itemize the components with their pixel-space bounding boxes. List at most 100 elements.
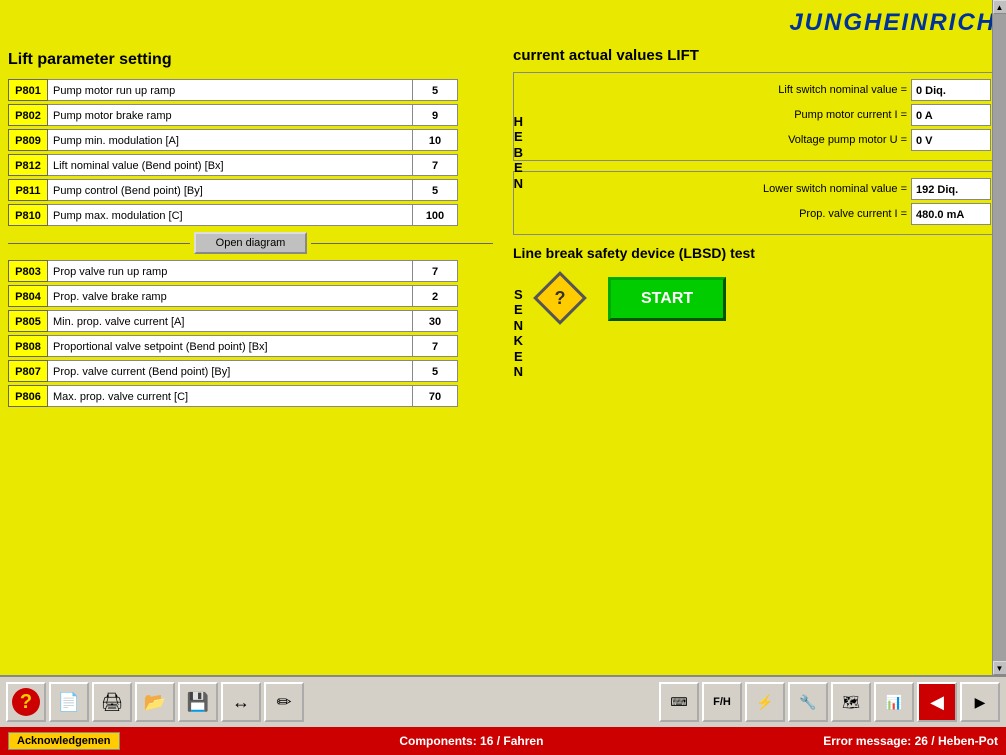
param-value-p807[interactable]: 5 bbox=[413, 360, 458, 382]
param-label-p805: Min. prop. valve current [A] bbox=[48, 310, 413, 332]
param-value-p808[interactable]: 7 bbox=[413, 335, 458, 357]
print-icon: 🖨 bbox=[101, 692, 124, 713]
param-label-p802: Pump motor brake ramp bbox=[48, 104, 413, 126]
param-row-p808: P808 Proportional valve setpoint (Bend p… bbox=[8, 335, 458, 357]
param-label-p807: Prop. valve current (Bend point) [By] bbox=[48, 360, 413, 382]
more-icon: ▶ bbox=[975, 694, 986, 711]
start-button[interactable]: START bbox=[608, 277, 726, 321]
transfer-icon: ↔ bbox=[232, 692, 250, 713]
param-id-p810: P810 bbox=[8, 204, 48, 226]
keyboard-icon: ⌨ bbox=[670, 695, 687, 709]
logo-text: JUNGHEINRICH bbox=[789, 9, 996, 37]
actual-row-voltage: Voltage pump motor U = 0 V bbox=[520, 129, 991, 151]
chart-icon: 📊 bbox=[885, 694, 902, 711]
more-button[interactable]: ▶ bbox=[960, 682, 1000, 722]
param-id-p805: P805 bbox=[8, 310, 48, 332]
scroll-down[interactable]: ▼ bbox=[993, 661, 1006, 675]
folder-button[interactable]: 📂 bbox=[135, 682, 175, 722]
param-id-p806: P806 bbox=[8, 385, 48, 407]
back-icon: ◀ bbox=[930, 692, 944, 713]
ack-button[interactable]: Acknowledgemen bbox=[8, 732, 120, 750]
param-value-p812[interactable]: 7 bbox=[413, 154, 458, 176]
lower-switch-row: Lower switch nominal value = 192 Diq. bbox=[520, 178, 991, 200]
scroll-up[interactable]: ▲ bbox=[993, 0, 1006, 14]
param-label-p803: Prop valve run up ramp bbox=[48, 260, 413, 282]
param-row-p805: P805 Min. prop. valve current [A] 30 bbox=[8, 310, 458, 332]
prop-valve-label: Prop. valve current I = bbox=[520, 208, 911, 220]
param-value-p801[interactable]: 5 bbox=[413, 79, 458, 101]
param-value-p806[interactable]: 70 bbox=[413, 385, 458, 407]
lbsd-controls: ? START bbox=[513, 271, 998, 326]
top-bar: JUNGHEINRICH bbox=[0, 0, 1006, 45]
param-row-p807: P807 Prop. valve current (Bend point) [B… bbox=[8, 360, 458, 382]
lower-switch-value: 192 Diq. bbox=[911, 178, 991, 200]
document-icon: 📄 bbox=[58, 692, 80, 713]
actual-values-title: current actual values LIFT bbox=[513, 47, 998, 64]
help-button[interactable]: ? bbox=[6, 682, 46, 722]
senken-section: P803 Prop valve run up ramp 7 P804 Prop.… bbox=[8, 260, 493, 407]
transfer-button[interactable]: ↔ bbox=[221, 682, 261, 722]
right-scrollbar: ▲ ▼ bbox=[992, 0, 1006, 675]
param-row-p802: P802 Pump motor brake ramp 9 bbox=[8, 104, 458, 126]
volt-icon: ⚡ bbox=[756, 694, 773, 711]
actual-row-pump-current: Pump motor current I = 0 A bbox=[520, 104, 991, 126]
pump-current-label: Pump motor current I = bbox=[520, 109, 911, 121]
param-row-p806: P806 Max. prop. valve current [C] 70 bbox=[8, 385, 458, 407]
open-diagram-button[interactable]: Open diagram bbox=[194, 232, 308, 254]
lower-values-box: Lower switch nominal value = 192 Diq. Pr… bbox=[513, 171, 998, 235]
param-value-p803[interactable]: 7 bbox=[413, 260, 458, 282]
fh-button[interactable]: F/H bbox=[702, 682, 742, 722]
param-label-p810: Pump max. modulation [C] bbox=[48, 204, 413, 226]
lbsd-title: Line break safety device (LBSD) test bbox=[513, 245, 998, 261]
panel-title: Lift parameter setting bbox=[8, 47, 493, 73]
tool-button[interactable]: 🔧 bbox=[788, 682, 828, 722]
param-row-p809: P809 Pump min. modulation [A] 10 bbox=[8, 129, 458, 151]
param-value-p811[interactable]: 5 bbox=[413, 179, 458, 201]
toolbar-right-buttons: ⌨ F/H ⚡ 🔧 🗺 📊 ◀ ▶ bbox=[659, 682, 1000, 722]
edit-button[interactable]: ✏ bbox=[264, 682, 304, 722]
param-id-p801: P801 bbox=[8, 79, 48, 101]
heben-section: P801 Pump motor run up ramp 5 P802 Pump … bbox=[8, 79, 493, 226]
doc-button[interactable]: 📄 bbox=[49, 682, 89, 722]
lower-switch-label: Lower switch nominal value = bbox=[520, 183, 911, 195]
heben-label: H E B E N bbox=[514, 114, 523, 192]
divider-left bbox=[8, 243, 190, 244]
param-row-p804: P804 Prop. valve brake ramp 2 bbox=[8, 285, 458, 307]
param-row-p811: P811 Pump control (Bend point) [By] 5 bbox=[8, 179, 458, 201]
left-panel: Lift parameter setting P801 Pump motor r… bbox=[8, 47, 493, 410]
print-button[interactable]: 🖨 bbox=[92, 682, 132, 722]
divider-right bbox=[311, 243, 493, 244]
prop-valve-value: 480.0 mA bbox=[911, 203, 991, 225]
keyboard-button[interactable]: ⌨ bbox=[659, 682, 699, 722]
param-value-p804[interactable]: 2 bbox=[413, 285, 458, 307]
question-icon: ? bbox=[12, 688, 40, 716]
map-icon: 🗺 bbox=[842, 694, 860, 711]
save-icon: 💾 bbox=[187, 692, 209, 713]
voltage-button[interactable]: ⚡ bbox=[745, 682, 785, 722]
param-label-p806: Max. prop. valve current [C] bbox=[48, 385, 413, 407]
error-status: Error message: 26 / Heben-Pot bbox=[823, 734, 998, 748]
bottom-toolbar: ? 📄 🖨 📂 💾 ↔ ✏ ⌨ F/H bbox=[0, 675, 1006, 755]
lbsd-section: Line break safety device (LBSD) test ? S… bbox=[513, 245, 998, 326]
param-value-p802[interactable]: 9 bbox=[413, 104, 458, 126]
folder-icon: 📂 bbox=[144, 692, 166, 713]
open-diagram-row: Open diagram bbox=[8, 232, 493, 254]
map-button[interactable]: 🗺 bbox=[831, 682, 871, 722]
param-id-p809: P809 bbox=[8, 129, 48, 151]
save-button[interactable]: 💾 bbox=[178, 682, 218, 722]
lbsd-help-button[interactable]: ? bbox=[533, 271, 588, 326]
param-row-p801: P801 Pump motor run up ramp 5 bbox=[8, 79, 458, 101]
help-icon: ? bbox=[555, 288, 566, 309]
scroll-track bbox=[993, 14, 1006, 661]
status-bar: Acknowledgemen Components: 16 / Fahren E… bbox=[0, 727, 1006, 755]
param-value-p805[interactable]: 30 bbox=[413, 310, 458, 332]
param-value-p809[interactable]: 10 bbox=[413, 129, 458, 151]
param-value-p810[interactable]: 100 bbox=[413, 204, 458, 226]
actual-values-box: Lift switch nominal value = 0 Diq. Pump … bbox=[513, 72, 998, 161]
toolbar-buttons-row: ? 📄 🖨 📂 💾 ↔ ✏ ⌨ F/H bbox=[0, 677, 1006, 727]
chart-button[interactable]: 📊 bbox=[874, 682, 914, 722]
voltage-value: 0 V bbox=[911, 129, 991, 151]
back-button[interactable]: ◀ bbox=[917, 682, 957, 722]
param-id-p803: P803 bbox=[8, 260, 48, 282]
param-row-p812: P812 Lift nominal value (Bend point) [Bx… bbox=[8, 154, 458, 176]
